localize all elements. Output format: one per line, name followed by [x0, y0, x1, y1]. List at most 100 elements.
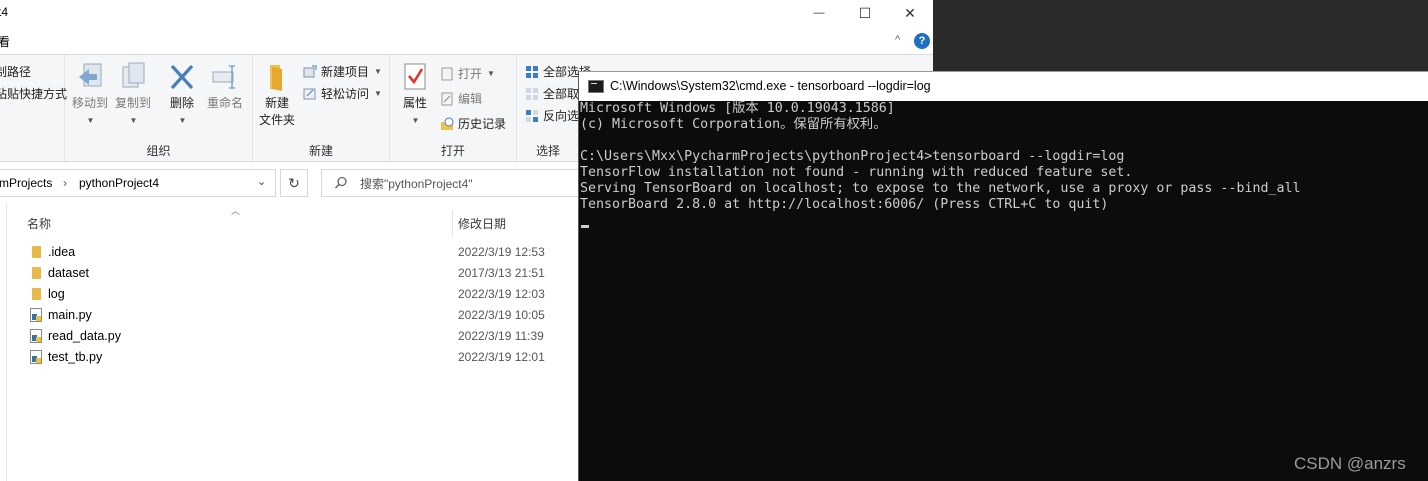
history-button[interactable]: 历史记录	[440, 115, 506, 132]
properties-button[interactable]: 属性 ▼	[395, 61, 435, 129]
refresh-button[interactable]: ↻	[280, 169, 308, 197]
file-date: 2017/3/13 21:51	[458, 266, 545, 280]
cmd-title: C:\Windows\System32\cmd.exe - tensorboar…	[610, 79, 931, 93]
properties-label: 属性	[402, 96, 427, 110]
folder-icon	[29, 266, 43, 280]
explorer-title: t4	[0, 5, 9, 19]
open-button[interactable]: 打开 ▼	[440, 65, 495, 82]
file-name: .idea	[48, 245, 76, 259]
minimize-icon: —	[813, 7, 825, 19]
search-box[interactable]: 搜索"pythonProject4"	[321, 169, 591, 197]
python-file-icon	[29, 350, 43, 364]
file-name: read_data.py	[48, 329, 121, 343]
console-line: Microsoft Windows [版本 10.0.19043.1586]	[580, 101, 895, 116]
new-folder-label-1: 新建	[264, 96, 289, 110]
cmd-console[interactable]: Microsoft Windows [版本 10.0.19043.1586] (…	[579, 101, 1428, 481]
python-file-icon	[29, 329, 43, 343]
search-input[interactable]: 搜索"pythonProject4"	[360, 175, 473, 192]
delete-button[interactable]: 删除 ▼	[162, 61, 202, 129]
rename-button[interactable]: 重命名	[203, 61, 247, 112]
new-folder-button[interactable]: 新建 文件夹	[257, 61, 297, 129]
ribbon-group-new: 新建 文件夹 新建项目 ▼ 轻松访问 ▼ 新建	[253, 55, 390, 163]
new-item-icon	[303, 65, 317, 77]
file-date: 2022/3/19 11:39	[458, 329, 544, 343]
edit-icon	[441, 92, 453, 105]
close-icon: ✕	[904, 4, 916, 21]
folder-icon	[29, 245, 43, 259]
move-to-button[interactable]: 移动到 ▼	[70, 61, 110, 129]
properties-icon	[404, 63, 426, 90]
move-to-icon	[79, 63, 102, 87]
console-cursor	[581, 225, 589, 228]
address-bar[interactable]: mProjects › pythonProject4 ⌄	[0, 169, 276, 197]
column-header-name[interactable]: 名称	[27, 215, 51, 232]
column-header-date[interactable]: 修改日期	[458, 215, 506, 232]
python-file-icon	[29, 308, 43, 322]
move-to-label: 移动到	[71, 96, 108, 110]
breadcrumb-separator-icon: ›	[63, 176, 67, 190]
open-label: 打开	[458, 67, 483, 81]
ribbon-group-organize: 移动到 ▼ 复制到 ▼ 删除 ▼ 重命名 组织	[65, 55, 253, 163]
breadcrumb-current[interactable]: pythonProject4	[79, 176, 159, 190]
file-date: 2022/3/19 12:03	[458, 287, 545, 301]
console-line: (c) Microsoft Corporation。保留所有权利。	[580, 117, 887, 132]
invert-selection-icon	[526, 109, 538, 122]
move-to-dropdown-icon: ▼	[86, 116, 95, 125]
rename-icon	[212, 65, 235, 89]
address-history-dropdown-icon[interactable]: ⌄	[257, 175, 266, 188]
select-none-icon	[526, 87, 538, 100]
search-icon	[334, 176, 347, 189]
organize-group-label: 组织	[146, 144, 171, 158]
console-line: Serving TensorBoard on localhost; to exp…	[580, 181, 1301, 196]
folder-icon	[29, 287, 43, 301]
copy-to-label: 复制到	[114, 96, 151, 110]
edit-button[interactable]: 编辑	[440, 90, 482, 107]
edit-label: 编辑	[458, 92, 483, 106]
ribbon-tabs: 看	[0, 28, 933, 54]
console-line: TensorBoard 2.8.0 at http://localhost:60…	[580, 197, 1109, 212]
file-name: main.py	[48, 308, 92, 322]
paste-shortcut-button[interactable]: 粘贴快捷方式	[0, 85, 67, 102]
open-icon	[441, 67, 453, 80]
refresh-icon: ↻	[288, 174, 300, 191]
ribbon-group-clipboard: 制路径 粘贴快捷方式	[0, 55, 67, 163]
copy-to-dropdown-icon: ▼	[129, 116, 138, 125]
new-item-dropdown-icon: ▼	[374, 67, 382, 76]
delete-dropdown-icon: ▼	[178, 116, 187, 125]
select-all-icon	[526, 65, 538, 78]
easy-access-button[interactable]: 轻松访问 ▼	[303, 85, 382, 102]
file-name: test_tb.py	[48, 350, 103, 364]
easy-access-label: 轻松访问	[321, 87, 370, 101]
help-icon[interactable]: ?	[914, 33, 930, 49]
history-icon	[441, 117, 454, 130]
new-folder-icon	[270, 65, 282, 91]
properties-dropdown-icon: ▼	[411, 116, 420, 125]
cmd-title-bar[interactable]: C:\Windows\System32\cmd.exe - tensorboar…	[579, 71, 1428, 101]
tab-view[interactable]: 看	[0, 33, 10, 50]
explorer-title-bar[interactable]: t4 — ☐ ✕	[0, 0, 933, 26]
file-name: log	[48, 287, 65, 301]
maximize-button[interactable]: ☐	[842, 0, 888, 26]
maximize-icon: ☐	[858, 4, 872, 21]
copy-path-button[interactable]: 制路径	[0, 63, 31, 80]
close-button[interactable]: ✕	[887, 0, 933, 26]
paste-shortcut-label: 粘贴快捷方式	[0, 87, 68, 101]
ribbon-collapse-icon[interactable]: ^	[895, 34, 900, 46]
copy-to-icon	[122, 62, 145, 88]
ribbon-group-open: 属性 ▼ 打开 ▼ 编辑 历史记录 打开	[390, 55, 517, 163]
minimize-button[interactable]: —	[796, 0, 842, 26]
history-label: 历史记录	[458, 117, 507, 131]
column-divider[interactable]	[452, 210, 453, 236]
new-item-button[interactable]: 新建项目 ▼	[303, 63, 382, 80]
file-date: 2022/3/19 12:01	[458, 350, 545, 364]
easy-access-icon	[303, 88, 316, 99]
file-date: 2022/3/19 10:05	[458, 308, 545, 322]
file-date: 2022/3/19 12:53	[458, 245, 545, 259]
breadcrumb-parent[interactable]: mProjects	[0, 176, 52, 190]
copy-to-button[interactable]: 复制到 ▼	[113, 61, 153, 129]
new-group-label: 新建	[308, 144, 333, 158]
delete-x-icon	[170, 64, 194, 90]
watermark: CSDN @anzrs	[1294, 454, 1406, 473]
delete-label: 删除	[169, 96, 194, 110]
rename-label: 重命名	[206, 96, 243, 110]
